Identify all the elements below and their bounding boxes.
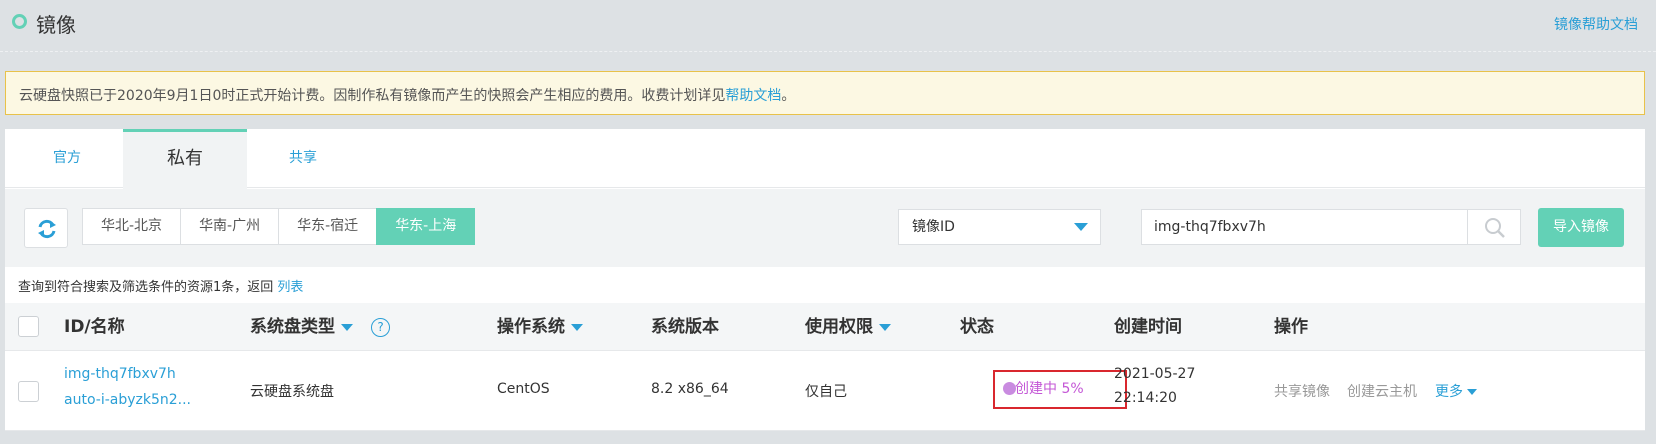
tab-official[interactable]: 官方 <box>5 129 129 188</box>
table-row: img-thq7fbxv7h auto-i-abyzk5n2... 云硬盘系统盘… <box>5 352 1645 431</box>
th-permission[interactable]: 使用权限 <box>805 303 891 351</box>
search-button[interactable] <box>1467 209 1521 245</box>
region-east-shanghai[interactable]: 华东-上海 <box>376 208 476 245</box>
page-header: 镜像 镜像帮助文档 <box>0 0 1656 52</box>
created-date: 2021-05-27 <box>1114 366 1196 382</box>
filter-field-value: 镜像ID <box>912 219 955 235</box>
os-cell: CentOS <box>497 381 550 397</box>
filter-caret-icon <box>571 323 583 331</box>
chevron-down-icon <box>1467 389 1477 395</box>
th-version: 系统版本 <box>651 317 719 337</box>
tab-shared[interactable]: 共享 <box>241 129 365 188</box>
notice-help-link[interactable]: 帮助文档 <box>725 88 781 104</box>
billing-notice: 云硬盘快照已于2020年9月1日0时正式开始计费。因制作私有镜像而产生的快照会产… <box>5 71 1645 115</box>
notice-text: 云硬盘快照已于2020年9月1日0时正式开始计费。因制作私有镜像而产生的快照会产… <box>19 88 726 104</box>
notice-suffix: 。 <box>781 88 796 104</box>
import-image-button[interactable]: 导入镜像 <box>1538 208 1624 247</box>
th-os[interactable]: 操作系统 <box>497 303 583 351</box>
share-image-action[interactable]: 共享镜像 <box>1274 381 1330 401</box>
filter-caret-icon <box>879 323 891 331</box>
toolbar: 华北-北京 华南-广州 华东-宿迁 华东-上海 镜像ID 导入镜像 <box>5 189 1645 267</box>
page-title: 镜像 <box>36 13 76 37</box>
region-selector: 华北-北京 华南-广州 华东-宿迁 华东-上海 <box>82 208 476 245</box>
tab-bar: 官方 私有 共享 <box>5 129 1645 189</box>
help-icon[interactable]: ? <box>371 318 390 337</box>
search-input[interactable] <box>1141 209 1467 245</box>
region-east-suqian[interactable]: 华东-宿迁 <box>278 208 378 245</box>
filter-field-select[interactable]: 镜像ID <box>898 209 1101 245</box>
chevron-down-icon <box>1074 223 1088 231</box>
table-header: ID/名称 系统盘类型 ? 操作系统 系统版本 使用权限 状态 创建时间 操作 <box>5 303 1645 351</box>
th-id-name: ID/名称 <box>64 317 125 337</box>
image-help-doc-link[interactable]: 镜像帮助文档 <box>1554 14 1638 34</box>
status-dot-icon <box>1003 382 1016 395</box>
result-summary: 查询到符合搜索及筛选条件的资源1条，返回 列表 <box>18 276 303 295</box>
th-created: 创建时间 <box>1114 317 1182 337</box>
search-icon <box>1485 218 1505 238</box>
refresh-icon <box>38 219 56 239</box>
status-text: 创建中 5% <box>1015 381 1084 397</box>
image-panel: 官方 私有 共享 华北-北京 华南-广州 华东-宿迁 华东-上海 镜像ID im… <box>5 129 1645 431</box>
refresh-button[interactable] <box>24 208 68 248</box>
disk-type-cell: 云硬盘系统盘 <box>250 384 334 400</box>
version-cell: 8.2 x86_64 <box>651 381 729 397</box>
th-actions: 操作 <box>1274 317 1308 337</box>
filter-caret-icon <box>341 323 353 331</box>
tab-private[interactable]: 私有 <box>123 129 247 189</box>
image-id-link[interactable]: img-thq7fbxv7h <box>64 366 176 382</box>
region-north-beijing[interactable]: 华北-北京 <box>82 208 182 245</box>
th-disk-type[interactable]: 系统盘类型 <box>250 303 353 351</box>
more-actions-dropdown[interactable]: 更多 <box>1435 381 1477 401</box>
select-all-checkbox[interactable] <box>18 316 39 337</box>
region-south-guangzhou[interactable]: 华南-广州 <box>180 208 280 245</box>
image-name-link[interactable]: auto-i-abyzk5n2... <box>64 392 191 408</box>
created-time: 22:14:20 <box>1114 390 1177 406</box>
row-checkbox[interactable] <box>18 381 39 402</box>
back-to-list-link[interactable]: 列表 <box>277 280 303 295</box>
th-status: 状态 <box>960 317 994 337</box>
status-badge: 创建中 5% <box>993 370 1127 409</box>
permission-cell: 仅自己 <box>805 384 847 400</box>
result-text: 查询到符合搜索及筛选条件的资源1条，返回 <box>18 280 274 295</box>
create-vm-action[interactable]: 创建云主机 <box>1347 381 1417 401</box>
title-ring-icon <box>12 14 27 29</box>
